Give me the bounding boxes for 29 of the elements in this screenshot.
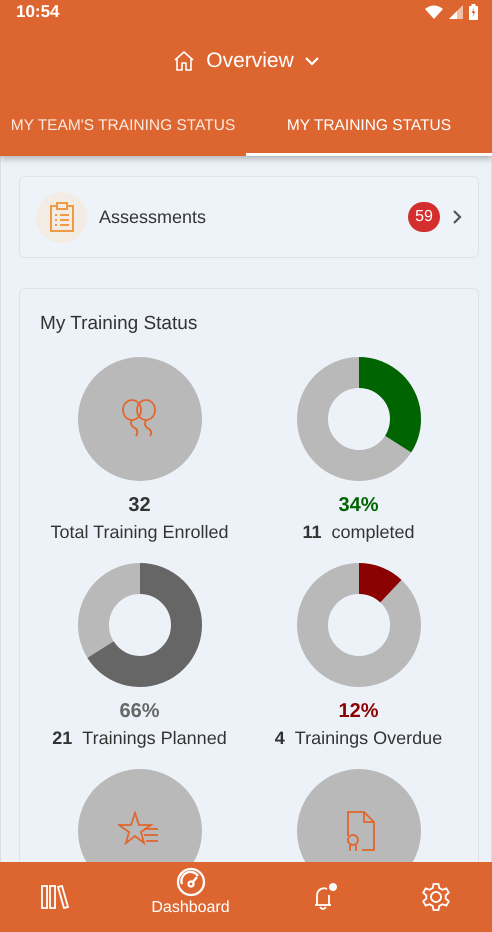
tile-label: Total Training Enrolled	[50, 522, 229, 543]
settings-icon	[420, 881, 452, 913]
tab[interactable]: MY TEAM'S TRAINING STATUS	[0, 98, 246, 156]
total-value: 32	[128, 494, 151, 517]
assessments-label: Assessments	[99, 206, 208, 228]
library-icon	[40, 884, 70, 910]
wifi-icon	[425, 5, 443, 19]
tile-label: Trainings Overdue	[294, 728, 442, 749]
overview-dropdown[interactable]: Overview	[166, 45, 326, 77]
count-value: 21	[52, 728, 72, 749]
tab[interactable]: MY TRAINING STATUS	[246, 98, 492, 156]
assessments-item[interactable]: Assessments 59	[19, 176, 479, 258]
chevron-down-icon	[304, 56, 320, 66]
status-time: 10:54	[16, 2, 60, 22]
signal-icon	[449, 5, 463, 19]
battery-icon	[469, 4, 478, 20]
nav-item[interactable]: Dashboard	[143, 865, 238, 919]
tile-label: completed	[331, 522, 415, 543]
home-icon	[172, 49, 196, 73]
percent-value: 12%	[338, 700, 379, 723]
tile-label: Trainings Planned	[82, 728, 227, 749]
percent-value: 66%	[119, 700, 160, 723]
count-badge: 59	[408, 202, 440, 232]
chevron-right-icon	[452, 210, 462, 224]
percent-value: 34%	[338, 494, 379, 517]
count-value: 4	[274, 728, 285, 749]
count-value: 11	[302, 522, 322, 543]
card-title: My Training Status	[39, 313, 198, 335]
gauge-icon	[176, 867, 206, 897]
